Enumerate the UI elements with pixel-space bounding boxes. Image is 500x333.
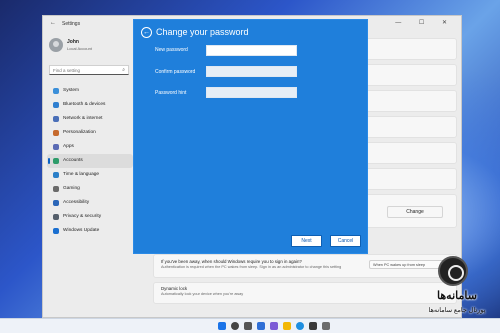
back-arrow-icon[interactable]: ← xyxy=(50,20,56,26)
sidebar-item-accounts[interactable]: Accounts xyxy=(47,154,133,168)
chat-icon[interactable] xyxy=(270,322,278,330)
sidebar-item-windows-update[interactable]: Windows Update xyxy=(47,224,133,238)
sidebar-item-apps[interactable]: Apps xyxy=(47,140,133,154)
file-explorer-icon[interactable] xyxy=(283,322,291,330)
password-hint-label: Password hint xyxy=(155,90,187,96)
sidebar-item-personalization[interactable]: Personalization xyxy=(47,126,133,140)
search-icon[interactable] xyxy=(231,322,239,330)
settings-gear-icon[interactable] xyxy=(322,322,330,330)
confirm-password-label: Confirm password xyxy=(155,69,196,75)
sidebar-item-network-internet[interactable]: Network & internet xyxy=(47,112,133,126)
next-button[interactable]: Next xyxy=(291,235,322,247)
change-password-dialog: ← Change your password New password Conf… xyxy=(133,19,368,254)
window-controls[interactable]: — ☐ ✕ xyxy=(395,19,455,26)
sidebar-item-icon xyxy=(53,186,59,192)
sidebar-item-label: Privacy & security xyxy=(63,214,102,219)
user-profile[interactable]: John Local Account xyxy=(49,38,129,56)
edge-icon[interactable] xyxy=(296,322,304,330)
change-button[interactable]: Change xyxy=(387,206,443,218)
sidebar-item-icon xyxy=(53,228,59,234)
sidebar-item-icon xyxy=(53,116,59,122)
sidebar-item-label: Windows Update xyxy=(63,228,100,233)
sidebar-item-gaming[interactable]: Gaming xyxy=(47,182,133,196)
avatar xyxy=(49,38,63,52)
sidebar-item-privacy-security[interactable]: Privacy & security xyxy=(47,210,133,224)
search-input[interactable]: Find a setting ⌕ xyxy=(49,65,129,75)
sidebar-item-label: Accounts xyxy=(63,158,83,163)
sidebar-item-label: Apps xyxy=(63,144,74,149)
sidebar-item-icon xyxy=(53,144,59,150)
widgets-icon[interactable] xyxy=(257,322,265,330)
search-placeholder: Find a setting xyxy=(53,68,81,73)
sidebar-item-bluetooth-devices[interactable]: Bluetooth & devices xyxy=(47,98,133,112)
sidebar-item-system[interactable]: System xyxy=(47,84,133,98)
task-view-icon[interactable] xyxy=(244,322,252,330)
account-type: Local Account xyxy=(67,46,92,51)
watermark-title: سامانه‌ها xyxy=(437,290,477,302)
sidebar-item-label: Gaming xyxy=(63,186,80,191)
sidebar-item-icon xyxy=(53,172,59,178)
new-password-field[interactable] xyxy=(206,45,297,56)
sidebar-item-icon xyxy=(53,130,59,136)
sidebar-item-label: Network & internet xyxy=(63,116,103,121)
dynamic-lock-description: Automatically lock your device when you'… xyxy=(161,292,244,296)
new-password-label: New password xyxy=(155,47,188,53)
sidebar-item-icon xyxy=(53,214,59,220)
window-title: Settings xyxy=(62,21,81,27)
sidebar-item-icon xyxy=(53,88,59,94)
dialog-title: Change your password xyxy=(156,27,249,37)
sidebar-nav: System Bluetooth & devices Network & inter… xyxy=(47,84,133,238)
store-icon[interactable] xyxy=(309,322,317,330)
sidebar-item-icon xyxy=(53,200,59,206)
password-hint-field[interactable] xyxy=(206,87,297,98)
user-name: John xyxy=(67,39,79,45)
watermark-subtitle: پورتال جامع سامانه‌ها xyxy=(428,307,486,314)
search-icon: ⌕ xyxy=(122,67,125,73)
watermark-logo: سامانه‌ها پورتال جامع سامانه‌ها xyxy=(418,256,496,326)
sidebar-item-label: System xyxy=(63,88,79,93)
confirm-password-field[interactable] xyxy=(206,66,297,77)
sidebar-item-label: Bluetooth & devices xyxy=(63,102,106,107)
sidebar-item-icon xyxy=(53,102,59,108)
start-icon[interactable] xyxy=(218,322,226,330)
sidebar-item-label: Accessibility xyxy=(63,200,90,205)
sidebar-item-label: Time & language xyxy=(63,172,100,177)
dynamic-lock-title: Dynamic lock xyxy=(161,286,188,291)
sidebar-item-icon xyxy=(53,158,59,164)
sidebar-item-accessibility[interactable]: Accessibility xyxy=(47,196,133,210)
sidebar-item-label: Personalization xyxy=(63,130,96,135)
away-description: Authentication is required when the PC w… xyxy=(161,265,342,269)
sidebar-item-time-language[interactable]: Time & language xyxy=(47,168,133,182)
back-icon[interactable]: ← xyxy=(141,27,152,38)
cancel-button[interactable]: Cancel xyxy=(330,235,361,247)
away-question: If you've been away, when should Windows… xyxy=(161,259,302,264)
watermark-emblem-icon xyxy=(438,256,468,286)
